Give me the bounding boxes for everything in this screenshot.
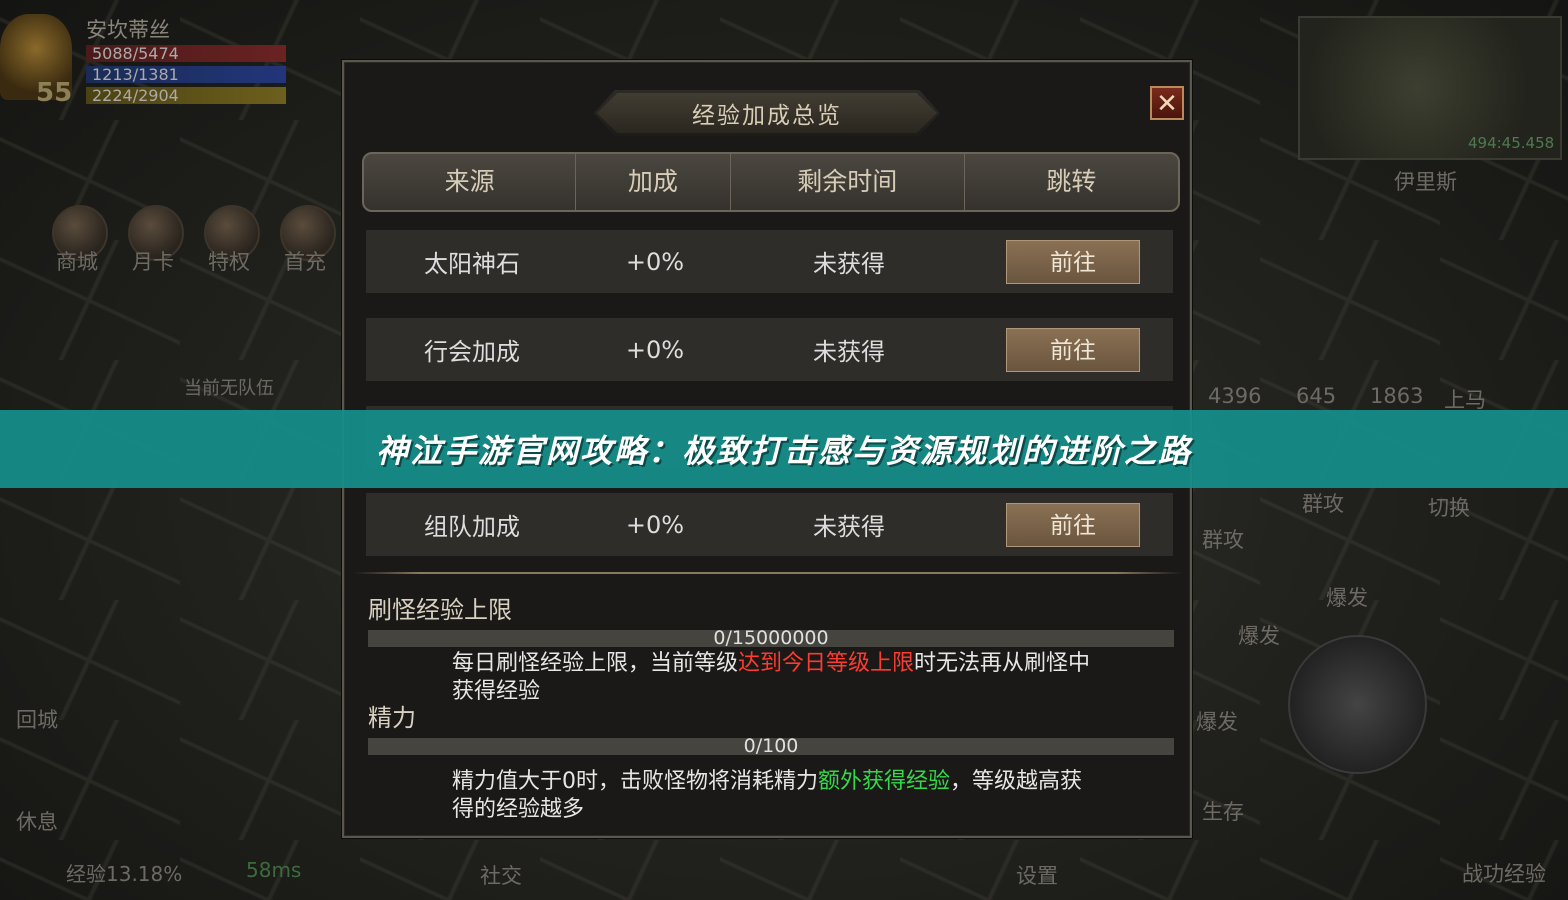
no-team-label: 当前无队伍	[184, 378, 274, 399]
row-time: 未获得	[813, 338, 885, 366]
player-level: 55	[36, 78, 73, 108]
column-header-time: 剩余时间	[729, 154, 964, 210]
skill-aoe-2[interactable]: 群攻	[1202, 524, 1244, 554]
energy-title: 精力	[368, 704, 416, 732]
dialog-title-plate: 经验加成总览	[594, 90, 940, 136]
hp-bar: 5088/5474	[86, 45, 286, 62]
hud-menu-first-charge[interactable]: 首充	[284, 246, 326, 276]
skill-aoe[interactable]: 群攻	[1302, 488, 1344, 518]
table-row: 太阳神石 +0% 未获得 前往	[366, 230, 1173, 293]
item-slot-2[interactable]: 645	[1296, 384, 1336, 408]
column-header-bonus: 加成	[575, 154, 729, 210]
row-bonus: +0%	[625, 510, 685, 539]
table-header: 来源 加成 剩余时间 跳转	[362, 152, 1180, 212]
exp-cap-desc-text: 每日刷怪经验上限，当前等级	[452, 651, 739, 676]
hud-menu-monthly[interactable]: 月卡	[132, 246, 174, 276]
exp-cap-title: 刷怪经验上限	[368, 596, 512, 624]
item-slot-3[interactable]: 1863	[1370, 384, 1423, 408]
mp-bar: 1213/1381	[86, 66, 286, 83]
row-bonus: +0%	[625, 247, 685, 276]
section-divider	[354, 572, 1182, 574]
table-row: 行会加成 +0% 未获得 前往	[366, 318, 1173, 381]
map-coords: 494:45.458	[1468, 134, 1555, 152]
column-header-jump: 跳转	[963, 154, 1178, 210]
settings-button[interactable]: 设置	[1016, 860, 1058, 890]
skill-burst-2[interactable]: 爆发	[1238, 620, 1280, 650]
map-name: 伊里斯	[1394, 170, 1457, 194]
item-slot-1[interactable]: 4396	[1208, 384, 1261, 408]
close-button[interactable]: ✕	[1150, 86, 1184, 120]
goto-button[interactable]: 前往	[1006, 239, 1140, 284]
social-button[interactable]: 社交	[480, 860, 522, 890]
attack-joystick[interactable]	[1288, 635, 1427, 774]
hud-menu-privilege[interactable]: 特权	[208, 246, 250, 276]
energy-desc-text: 精力值大于0时，击败怪物将消耗精力	[452, 769, 818, 794]
energy-progress: 0/100	[368, 737, 1174, 756]
goto-button[interactable]: 前往	[1006, 502, 1140, 547]
war-exp-button[interactable]: 战功经验	[1462, 858, 1546, 888]
ping-readout: 58ms	[246, 858, 302, 882]
exp-cap-desc-highlight: 达到今日等级上限	[738, 651, 915, 676]
banner-title: 神泣手游官网攻略：极致打击感与资源规划的进阶之路	[375, 432, 1192, 470]
dialog-title: 经验加成总览	[597, 93, 937, 133]
row-source: 太阳神石	[424, 250, 520, 278]
exp-percent: 经验13.18%	[66, 862, 183, 886]
exp-cap-desc: 每日刷怪经验上限，当前等级达到今日等级上限时无法再从刷怪中获得经验	[452, 650, 1102, 706]
rest-button[interactable]: 休息	[16, 806, 58, 836]
player-name: 安坎蒂丝	[86, 18, 170, 42]
energy-desc: 精力值大于0时，击败怪物将消耗精力额外获得经验，等级越高获得的经验越多	[452, 768, 1102, 824]
table-row: 组队加成 +0% 未获得 前往	[366, 493, 1173, 556]
energy-desc-highlight: 额外获得经验	[818, 769, 951, 794]
row-bonus: +0%	[625, 335, 685, 364]
row-time: 未获得	[813, 513, 885, 541]
skill-burst[interactable]: 爆发	[1326, 582, 1368, 612]
title-banner: 神泣手游官网攻略：极致打击感与资源规划的进阶之路	[0, 410, 1568, 488]
column-header-source: 来源	[444, 167, 495, 196]
row-source: 行会加成	[424, 338, 520, 366]
goto-button[interactable]: 前往	[1006, 327, 1140, 372]
skill-switch[interactable]: 切换	[1428, 492, 1470, 522]
exp-cap-progress: 0/15000000	[368, 629, 1174, 648]
hud-menu-shop[interactable]: 商城	[56, 246, 98, 276]
row-time: 未获得	[813, 250, 885, 278]
return-city-button[interactable]: 回城	[16, 704, 58, 734]
row-source: 组队加成	[424, 513, 520, 541]
skill-survive[interactable]: 生存	[1202, 796, 1244, 826]
skill-burst-3[interactable]: 爆发	[1196, 706, 1238, 736]
xp-bar: 2224/2904	[86, 87, 286, 104]
